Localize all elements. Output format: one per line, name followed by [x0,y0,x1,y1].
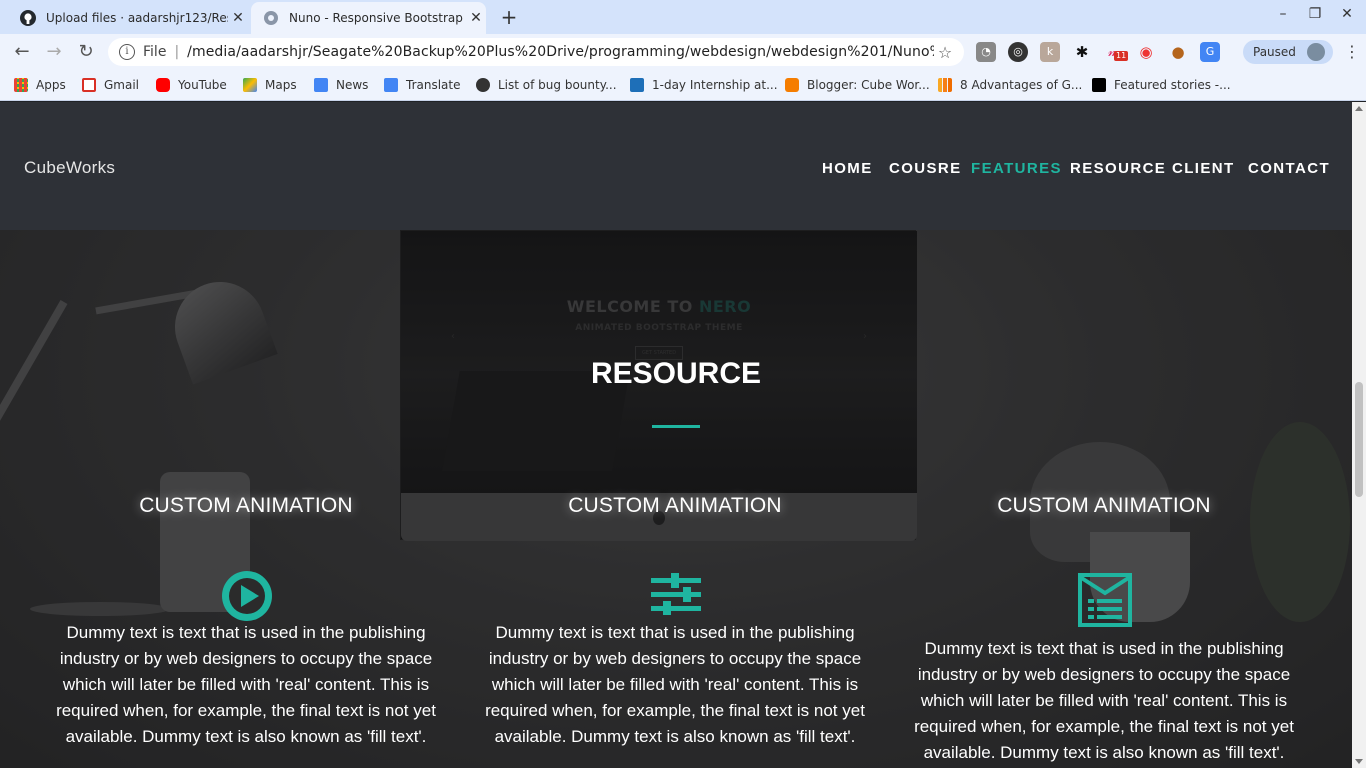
tab-close-icon[interactable]: ✕ [466,10,486,26]
tab-title: Upload files · aadarshjr123/Res [46,11,228,25]
site-info-icon[interactable]: i [119,44,135,60]
tab-nuno-theme[interactable]: Nuno - Responsive Bootstrap T ✕ [251,2,486,34]
back-icon[interactable]: ← [10,40,34,64]
tab-title: Nuno - Responsive Bootstrap T [289,11,466,25]
nav-features[interactable]: FEATURES [971,160,1062,177]
feature-title: CUSTOM ANIMATION [568,494,782,517]
bookmark-label: 1-day Internship at... [652,78,778,92]
extension-icon[interactable]: k [1040,42,1060,62]
browser-toolbar: ← → ↻ i File | /media/aadarshjr/Seagate%… [0,34,1366,70]
window-close-icon[interactable]: ✕ [1337,6,1357,22]
bookmark-apps[interactable]: Apps [14,76,66,94]
bookmark-label: Maps [265,78,297,92]
bookmark-bug-bounty[interactable]: List of bug bounty... [476,76,617,94]
cookie-icon[interactable]: ● [1168,42,1188,62]
profile-status: Paused [1253,45,1296,59]
bookmark-label: YouTube [178,78,227,92]
news-icon [314,78,328,92]
tab-github-upload[interactable]: Upload files · aadarshjr123/Res ✕ [8,2,248,34]
site-header: CubeWorks HOME COUSRE FEATURES RESOURCE … [0,102,1352,230]
restore-icon[interactable]: ❐ [1305,6,1325,22]
nav-contact[interactable]: CONTACT [1248,160,1330,177]
extension-icon[interactable]: ◉ [1136,42,1156,62]
extension-icon[interactable]: ◎ [1008,42,1028,62]
bookmark-star-icon[interactable]: ☆ [934,43,956,62]
address-bar[interactable]: i File | /media/aadarshjr/Seagate%20Back… [108,38,964,66]
nav-client[interactable]: CLIENT [1172,160,1235,177]
bookmark-news[interactable]: News [314,76,368,94]
scroll-down-icon[interactable] [1355,759,1363,764]
tab-close-icon[interactable]: ✕ [228,10,248,26]
bookmark-label: Translate [406,78,461,92]
bookmark-label: 8 Advantages of G... [960,78,1083,92]
bookmark-label: Featured stories -... [1114,78,1231,92]
forward-icon[interactable]: → [42,40,66,64]
feature-description: Dummy text is text that is used in the p… [485,623,865,746]
address-separator: | [174,44,180,60]
bookmark-medium[interactable]: Featured stories -... [1092,76,1231,94]
tab-strip: Upload files · aadarshjr123/Res ✕ Nuno -… [0,0,1366,34]
bookmark-youtube[interactable]: YouTube [156,76,227,94]
github-icon [20,10,36,26]
feature-title: CUSTOM ANIMATION [997,494,1211,517]
translate-icon [384,78,398,92]
extension-icon[interactable]: 𝓂 11 [1104,42,1129,62]
vertical-scrollbar[interactable] [1352,102,1366,768]
address-scheme: File [143,44,167,60]
address-url[interactable]: /media/aadarshjr/Seagate%20Backup%20Plus… [187,44,934,60]
bookmarks-bar: Apps Gmail YouTube Maps News Translate L… [0,70,1366,101]
globe-icon [263,10,279,26]
bookmark-blogger[interactable]: Blogger: Cube Wor... [785,76,930,94]
page-viewport: WELCOME TO NERO ANIMATED BOOTSTRAP THEME… [0,102,1352,768]
youtube-icon [156,78,170,92]
bookmark-gmail[interactable]: Gmail [82,76,139,94]
maps-icon [243,78,257,92]
feature-title: CUSTOM ANIMATION [139,494,353,517]
bookmark-internship[interactable]: 1-day Internship at... [630,76,778,94]
bookmark-maps[interactable]: Maps [243,76,297,94]
gmail-icon [82,78,96,92]
bookmark-label: Blogger: Cube Wor... [807,78,930,92]
bookmark-translate[interactable]: Translate [384,76,461,94]
sliders-icon [651,573,701,619]
newsletter-icon [1078,573,1132,631]
profile-button[interactable]: Paused [1243,40,1333,64]
scroll-up-icon[interactable] [1355,106,1363,111]
nav-course[interactable]: COUSRE [889,160,962,177]
section-divider [652,425,700,428]
feature-description: Dummy text is text that is used in the p… [914,639,1294,762]
feature-description: Dummy text is text that is used in the p… [56,623,436,746]
avatar [1307,43,1325,61]
bookmark-label: List of bug bounty... [498,78,617,92]
bar-chart-icon [938,78,952,92]
medium-icon [1092,78,1106,92]
play-circle-icon [221,570,273,626]
hacker-icon [476,78,490,92]
bookmark-advantages[interactable]: 8 Advantages of G... [938,76,1082,94]
new-tab-button[interactable]: + [498,6,520,28]
apps-grid-icon [14,78,28,92]
section-title: RESOURCE [590,357,762,390]
bookmark-label: Gmail [104,78,140,92]
site-logo[interactable]: CubeWorks [24,158,115,178]
minimize-icon[interactable]: – [1273,6,1293,22]
extension-badge: 11 [1114,51,1129,61]
extension-icon[interactable]: ✱ [1072,42,1092,62]
scrollbar-thumb[interactable] [1355,382,1363,497]
extension-icon[interactable]: ◔ [976,42,996,62]
translate-icon[interactable]: G [1200,42,1220,62]
is-logo-icon [630,78,644,92]
nav-home[interactable]: HOME [822,160,873,177]
nav-resource[interactable]: RESOURCE [1070,160,1166,177]
blogger-icon [785,78,799,92]
bookmark-label: News [336,78,369,92]
reload-icon[interactable]: ↻ [74,40,98,64]
menu-kebab-icon[interactable]: ⋮ [1344,42,1360,61]
bookmark-label: Apps [36,78,66,92]
